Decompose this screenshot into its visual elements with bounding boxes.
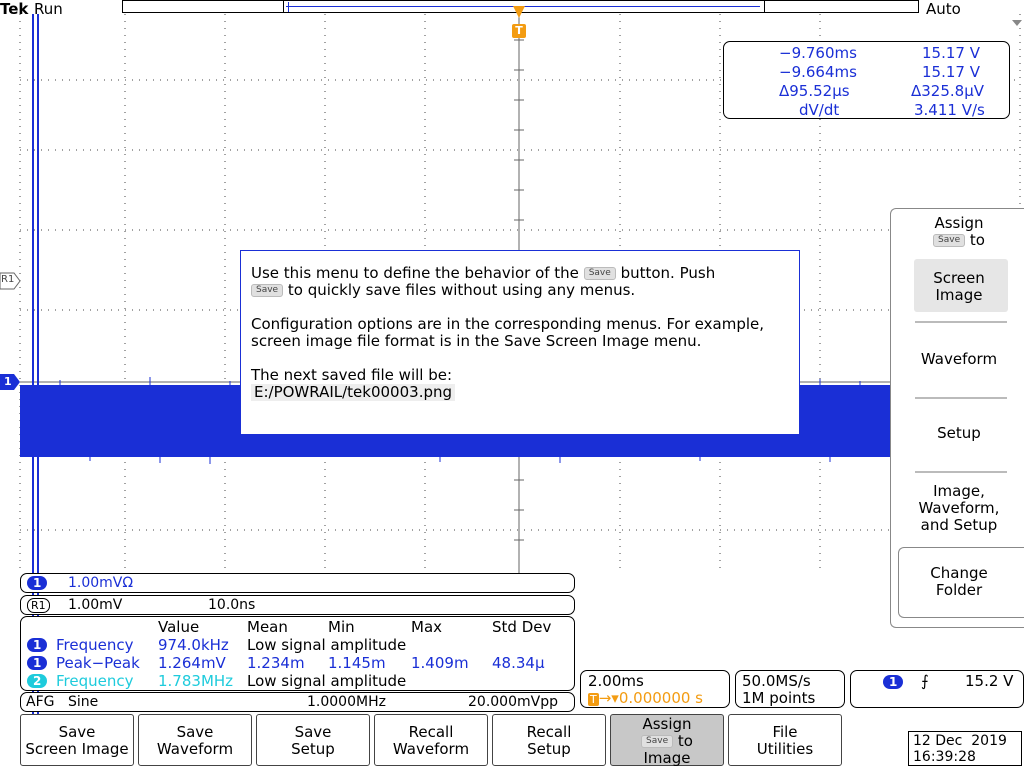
assign-save-to-image-button[interactable]: Assign Save to Image bbox=[610, 714, 724, 767]
info-dialog: Use this menu to define the behavior of … bbox=[240, 250, 800, 435]
meas-header-min: Min bbox=[328, 618, 355, 636]
date-text: 12 Dec 2019 bbox=[913, 733, 1007, 749]
meas-value: 1.264mV bbox=[158, 654, 226, 672]
trigger-position: T →▾0.000000 s bbox=[588, 689, 703, 707]
assign-line-2: Save to bbox=[611, 733, 723, 750]
cursor-delta-voltage: Δ325.8µV bbox=[911, 82, 985, 100]
sample-rate: 50.0MS/s bbox=[742, 672, 811, 690]
ch1-scale: 1.00mVΩ bbox=[68, 575, 134, 591]
ch1-readout[interactable]: 1 1.00mVΩ bbox=[20, 573, 575, 593]
save-setup-button[interactable]: Save Setup bbox=[256, 714, 370, 766]
record-length: 1M points bbox=[742, 689, 816, 707]
right-edge-arrow bbox=[1012, 20, 1022, 26]
ref-readout[interactable]: R1 1.00mV 10.0ns bbox=[20, 595, 575, 615]
ref-badge: R1 bbox=[27, 598, 50, 613]
meas-name: Frequency bbox=[56, 672, 134, 690]
afg-label: AFG bbox=[26, 694, 55, 710]
recall-waveform-button[interactable]: Recall Waveform bbox=[374, 714, 488, 766]
horizontal-scale: 2.00ms bbox=[588, 672, 644, 690]
ch1-channel-marker[interactable]: 1 bbox=[4, 375, 12, 388]
cursor-a-time: −9.760ms bbox=[779, 44, 857, 62]
assign-line-1: Assign bbox=[642, 715, 692, 733]
rising-edge-icon: ⨍ bbox=[921, 672, 929, 690]
trigger-source-badge: 1 bbox=[883, 675, 904, 689]
afg-amplitude: 20.000mVpp bbox=[468, 694, 558, 710]
side-item-setup[interactable]: Setup bbox=[895, 425, 1023, 442]
file-utilities-button[interactable]: File Utilities bbox=[728, 714, 842, 766]
afg-readout[interactable]: AFG Sine 1.0000MHz 20.000mVpp bbox=[20, 692, 575, 712]
datetime-readout: 12 Dec 2019 16:39:28 bbox=[908, 731, 1022, 766]
meas-value: 1.783MHz bbox=[158, 672, 234, 690]
time-text: 16:39:28 bbox=[913, 749, 976, 765]
dialog-line-1: Use this menu to define the behavior of … bbox=[251, 264, 716, 282]
dialog-paragraph-2: Configuration options are in the corresp… bbox=[251, 315, 765, 350]
afg-wave: Sine bbox=[68, 694, 99, 710]
meas-name: Frequency bbox=[56, 636, 134, 654]
save-waveform-button[interactable]: Save Waveform bbox=[138, 714, 252, 766]
meas-row[interactable]: 1 Peak−Peak 1.264mV 1.234m 1.145m 1.409m… bbox=[21, 654, 574, 672]
trigger-pos-icon: T bbox=[588, 693, 599, 706]
cursor-b-time: −9.664ms bbox=[779, 63, 857, 81]
meas-stddev: 48.34µ bbox=[492, 654, 545, 672]
meas-badge: 2 bbox=[27, 674, 48, 688]
recall-setup-button[interactable]: Recall Setup bbox=[492, 714, 606, 766]
side-item-waveform[interactable]: Waveform bbox=[895, 351, 1023, 368]
save-chip: Save bbox=[251, 284, 284, 297]
ch1-badge: 1 bbox=[27, 576, 48, 590]
horizontal-readout[interactable]: 2.00ms T →▾0.000000 s bbox=[580, 670, 730, 708]
measurement-panel: Value Mean Min Max Std Dev 1 Frequency 9… bbox=[20, 616, 575, 691]
meas-badge: 1 bbox=[27, 638, 48, 652]
cursor-rate-value: 3.411 V/s bbox=[914, 101, 985, 119]
ref-channel-marker[interactable]: R1 bbox=[1, 274, 14, 285]
side-item-screen-image-label: Screen Image bbox=[933, 269, 985, 304]
meas-badge: 1 bbox=[27, 656, 48, 670]
dialog-next-file: E:/POWRAIL/tek00003.png bbox=[251, 384, 456, 401]
dialog-next-label: The next saved file will be: bbox=[251, 366, 453, 384]
assign-line-3: Image bbox=[643, 749, 691, 767]
meas-value: 974.0kHz bbox=[158, 636, 229, 654]
trigger-level: 15.2 V bbox=[965, 672, 1014, 690]
meas-row[interactable]: 2 Frequency 1.783MHz Low signal amplitud… bbox=[21, 672, 574, 690]
save-chip: Save bbox=[583, 267, 616, 280]
side-item-image-waveform-setup[interactable]: Image, Waveform, and Setup bbox=[895, 483, 1023, 534]
dialog-line-2: Save to quickly save files without using… bbox=[251, 282, 799, 299]
meas-row[interactable]: 1 Frequency 974.0kHz Low signal amplitud… bbox=[21, 636, 574, 654]
meas-min: 1.145m bbox=[328, 654, 386, 672]
change-folder-label: Change Folder bbox=[930, 564, 988, 599]
ref-timebase: 10.0ns bbox=[208, 597, 256, 613]
save-chip: Save bbox=[933, 234, 966, 247]
cursor-a-voltage: 15.17 V bbox=[922, 44, 980, 62]
meas-header-value: Value bbox=[158, 618, 200, 636]
save-screen-image-button[interactable]: Save Screen Image bbox=[20, 714, 134, 766]
meas-mean: 1.234m bbox=[247, 654, 305, 672]
meas-max: 1.409m bbox=[411, 654, 469, 672]
meas-header-stddev: Std Dev bbox=[492, 618, 552, 636]
save-chip: Save bbox=[641, 735, 674, 748]
cursor-b-voltage: 15.17 V bbox=[922, 63, 980, 81]
trigger-marker-label: T bbox=[515, 24, 523, 37]
acquisition-readout[interactable]: 50.0MS/s 1M points bbox=[735, 670, 845, 708]
meas-name: Peak−Peak bbox=[56, 654, 140, 672]
afg-frequency: 1.0000MHz bbox=[307, 694, 386, 710]
meas-header-mean: Mean bbox=[247, 618, 288, 636]
cursor-delta-time: Δ95.52µs bbox=[779, 82, 850, 100]
cursor-rate-label: dV/dt bbox=[799, 101, 840, 119]
meas-header-max: Max bbox=[411, 618, 443, 636]
cursor-readout: −9.760ms 15.17 V −9.664ms 15.17 V Δ95.52… bbox=[723, 41, 1010, 119]
ref-scale: 1.00mV bbox=[68, 597, 123, 613]
side-menu-title: Assign Save to bbox=[933, 214, 985, 249]
meas-status: Low signal amplitude bbox=[247, 636, 407, 654]
trigger-readout[interactable]: 1 ⨍ 15.2 V bbox=[850, 670, 1024, 708]
meas-status: Low signal amplitude bbox=[247, 672, 407, 690]
